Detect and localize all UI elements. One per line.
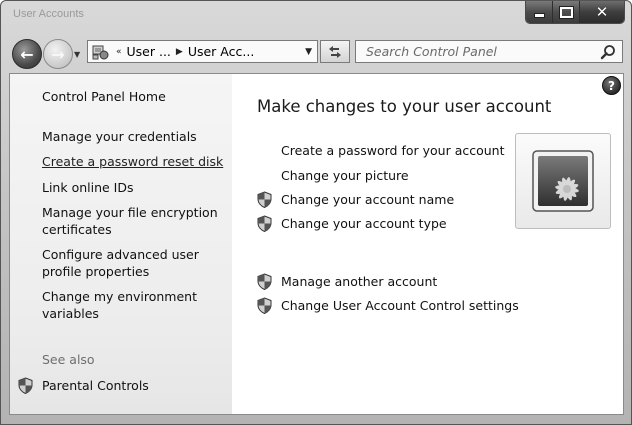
- user-picture[interactable]: [515, 133, 611, 229]
- maximize-button[interactable]: [552, 1, 579, 23]
- maximize-icon: [559, 6, 573, 18]
- flower-picture-icon: [532, 150, 594, 212]
- control-panel-home-link[interactable]: Control Panel Home: [42, 89, 227, 106]
- navigation-bar: ← → ▼ « User ... ▶ User Acc... ▼: [1, 31, 631, 73]
- task-label: Change your account name: [281, 191, 455, 207]
- page-title: Make changes to your user account: [257, 97, 552, 116]
- uac-shield-icon: [257, 190, 272, 208]
- change-picture-link[interactable]: Change your picture: [257, 166, 409, 184]
- create-password-link[interactable]: Create a password for your account: [257, 141, 505, 159]
- user-accounts-window: User Accounts ✕ ← → ▼ « User ... ▶ User …: [0, 0, 632, 425]
- control-panel-icon: [91, 44, 111, 60]
- link-online-ids-link[interactable]: Link online IDs: [42, 180, 227, 197]
- breadcrumb-prefix[interactable]: «: [116, 47, 122, 57]
- back-button[interactable]: ←: [12, 39, 42, 69]
- minimize-button[interactable]: [526, 1, 552, 23]
- refresh-button[interactable]: [320, 40, 350, 63]
- task-label: Create a password for your account: [281, 142, 505, 158]
- uac-settings-link[interactable]: Change User Account Control settings: [257, 296, 519, 314]
- parental-controls-label: Parental Controls: [42, 378, 149, 393]
- uac-shield-icon: [257, 272, 272, 290]
- task-label: Change User Account Control settings: [281, 297, 519, 313]
- change-account-name-link[interactable]: Change your account name: [257, 190, 454, 208]
- breadcrumb-item-user[interactable]: User ...: [127, 44, 171, 59]
- content-area: Control Panel Home Manage your credentia…: [9, 73, 624, 415]
- manage-credentials-link[interactable]: Manage your credentials: [42, 129, 227, 146]
- parental-controls-link[interactable]: Parental Controls: [18, 377, 149, 394]
- see-also-heading: See also: [42, 352, 95, 367]
- title-bar[interactable]: User Accounts ✕: [1, 1, 631, 29]
- uac-shield-icon: [18, 377, 33, 394]
- recent-pages-dropdown-icon[interactable]: ▼: [74, 50, 80, 59]
- file-encryption-certificates-link[interactable]: Manage your file encryption certificates: [42, 205, 227, 238]
- address-dropdown-icon[interactable]: ▼: [305, 47, 312, 57]
- forward-arrow-icon: →: [51, 44, 65, 64]
- forward-button[interactable]: →: [43, 39, 73, 69]
- breadcrumb-item-user-accounts[interactable]: User Acc...: [188, 44, 254, 59]
- uac-shield-icon: [257, 296, 272, 314]
- uac-shield-icon: [257, 214, 272, 232]
- breadcrumb-separator-icon[interactable]: ▶: [176, 47, 183, 57]
- advanced-profile-properties-link[interactable]: Configure advanced user profile properti…: [42, 247, 227, 280]
- environment-variables-link[interactable]: Change my environment variables: [42, 289, 227, 322]
- window-title: User Accounts: [13, 8, 84, 20]
- change-account-type-link[interactable]: Change your account type: [257, 214, 447, 232]
- task-label: Change your account type: [281, 215, 447, 231]
- minimize-icon: [533, 12, 545, 18]
- help-icon[interactable]: ?: [602, 76, 621, 95]
- task-pane: Control Panel Home Manage your credentia…: [10, 74, 232, 414]
- address-bar[interactable]: « User ... ▶ User Acc... ▼: [87, 40, 318, 63]
- task-label: Manage another account: [281, 273, 438, 289]
- close-icon: ✕: [595, 3, 609, 21]
- back-arrow-icon: ←: [20, 44, 34, 64]
- search-icon[interactable]: [600, 44, 616, 60]
- task-label: Change your picture: [281, 167, 409, 183]
- window-controls: ✕: [525, 1, 625, 24]
- manage-another-account-link[interactable]: Manage another account: [257, 272, 437, 290]
- refresh-icon: [329, 45, 341, 58]
- close-button[interactable]: ✕: [579, 1, 624, 23]
- search-input[interactable]: [364, 43, 600, 60]
- search-box[interactable]: [355, 40, 623, 63]
- password-reset-disk-link[interactable]: Create a password reset disk: [42, 154, 227, 171]
